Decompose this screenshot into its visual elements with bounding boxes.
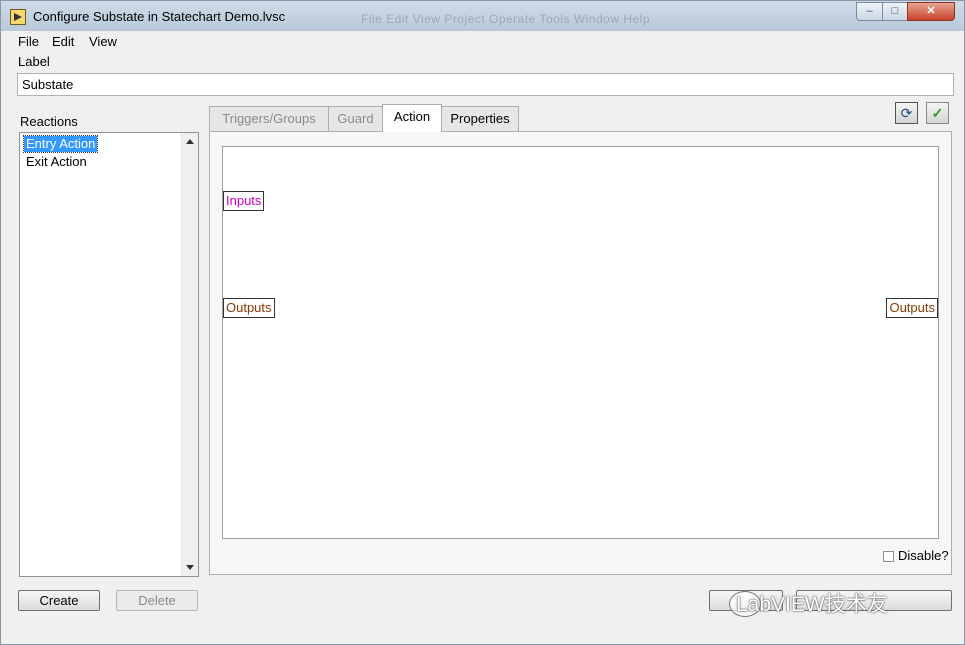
scroll-down-arrow-icon[interactable]	[186, 565, 194, 570]
reaction-item-entry-action[interactable]: Entry Action	[22, 135, 99, 153]
delete-button[interactable]: Delete	[116, 590, 198, 611]
minimize-button[interactable]: –	[856, 2, 883, 21]
outputs-terminal-left[interactable]: Outputs	[223, 298, 275, 318]
reactions-list[interactable]: Entry Action Exit Action	[19, 132, 199, 577]
disable-label: Disable?	[898, 548, 949, 563]
background-window-menu: File Edit View Project Operate Tools Win…	[361, 12, 651, 26]
reactions-scrollbar[interactable]	[181, 133, 198, 576]
inputs-terminal[interactable]: Inputs	[223, 191, 265, 211]
label-caption: Label	[18, 54, 50, 69]
configure-substate-window: Configure Substate in Statechart Demo.lv…	[0, 0, 965, 645]
action-diagram-canvas[interactable]: Inputs Outputs Outputs	[222, 146, 939, 539]
refresh-button[interactable]: ⟳	[895, 102, 918, 124]
tab-guard[interactable]: Guard	[328, 106, 383, 131]
action-tab-panel: Inputs Outputs Outputs Disable?	[209, 131, 952, 575]
labview-app-icon	[10, 9, 26, 25]
menu-edit[interactable]: Edit	[52, 34, 74, 49]
disable-checkbox[interactable]	[883, 551, 894, 562]
tab-properties[interactable]: Properties	[441, 106, 519, 131]
apply-button[interactable]: ✓	[926, 102, 949, 124]
scroll-up-arrow-icon[interactable]	[186, 139, 194, 144]
refresh-icon: ⟳	[900, 105, 913, 121]
watermark-text: LabVIEW技术友	[736, 593, 888, 616]
title-bar: Configure Substate in Statechart Demo.lv…	[1, 1, 964, 31]
menu-bar: File Edit View	[1, 32, 964, 52]
label-input[interactable]	[17, 73, 954, 96]
window-title: Configure Substate in Statechart Demo.lv…	[33, 9, 286, 24]
reaction-item-exit-action[interactable]: Exit Action	[24, 154, 89, 170]
tab-action[interactable]: Action	[382, 104, 442, 132]
reactions-caption: Reactions	[20, 114, 78, 129]
checkmark-icon: ✓	[931, 105, 944, 121]
maximize-button[interactable]: □	[882, 2, 908, 21]
menu-view[interactable]: View	[89, 34, 117, 49]
create-button[interactable]: Create	[18, 590, 100, 611]
outputs-terminal-right[interactable]: Outputs	[886, 298, 938, 318]
menu-file[interactable]: File	[18, 34, 39, 49]
tab-triggers-groups[interactable]: Triggers/Groups	[209, 106, 329, 131]
close-button[interactable]: ✕	[907, 2, 955, 21]
